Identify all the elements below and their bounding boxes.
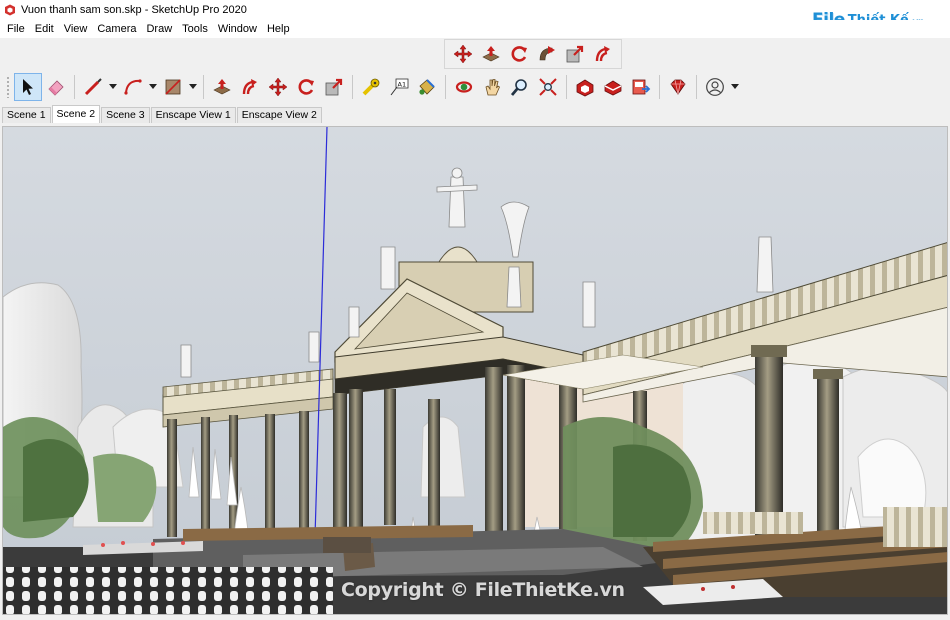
menu-window[interactable]: Window — [213, 23, 262, 35]
rectangle-dropdown[interactable] — [187, 73, 199, 101]
menu-file[interactable]: File — [2, 23, 30, 35]
account-icon — [706, 78, 724, 96]
move-button[interactable] — [264, 73, 292, 101]
tab-scene-3[interactable]: Scene 3 — [101, 107, 150, 123]
push-pull-button[interactable] — [208, 73, 236, 101]
toolbar-separator — [352, 75, 353, 99]
scene-tabs: Scene 1 Scene 2 Scene 3 Enscape View 1 E… — [2, 105, 323, 123]
edit-toolbar — [444, 39, 622, 69]
follow-me-button[interactable] — [533, 40, 561, 68]
push-pull-button[interactable] — [477, 40, 505, 68]
arc-icon — [124, 79, 142, 95]
pan-button[interactable] — [478, 73, 506, 101]
ruby-console-button[interactable] — [664, 73, 692, 101]
eraser-icon — [48, 80, 64, 96]
menu-bar: File Edit View Camera Draw Tools Window … — [0, 20, 950, 38]
offset-button[interactable] — [236, 73, 264, 101]
scale-icon — [325, 78, 343, 96]
scale-button[interactable] — [561, 40, 589, 68]
orbit-button[interactable] — [450, 73, 478, 101]
send-layout-icon — [632, 79, 651, 95]
toolbar-separator — [566, 75, 567, 99]
main-toolbar: A1 — [4, 72, 743, 102]
move-icon — [268, 77, 288, 97]
rotate-button[interactable] — [505, 40, 533, 68]
chevron-down-icon — [731, 84, 739, 89]
offset-icon — [595, 46, 610, 62]
window-title: Vuon thanh sam son.skp - SketchUp Pro 20… — [21, 4, 247, 16]
tab-scene-2[interactable]: Scene 2 — [51, 105, 101, 123]
toolbar-separator — [203, 75, 204, 99]
title-bar: Vuon thanh sam son.skp - SketchUp Pro 20… — [0, 0, 950, 20]
3d-warehouse-button[interactable] — [571, 73, 599, 101]
toolbar-separator — [74, 75, 75, 99]
model-viewport[interactable]: Copyright © FileThietKe.vn — [2, 126, 948, 615]
rotate-icon — [298, 79, 314, 95]
move-icon — [453, 44, 473, 64]
status-bar — [0, 615, 950, 620]
text-button[interactable]: A1 — [385, 73, 413, 101]
menu-view[interactable]: View — [59, 23, 93, 35]
svg-text:A1: A1 — [398, 81, 407, 89]
zoom-button[interactable] — [506, 73, 534, 101]
scene-render — [3, 127, 947, 614]
toolbar-area: A1 — [0, 38, 950, 104]
tape-measure-button[interactable] — [357, 73, 385, 101]
move-button[interactable] — [449, 40, 477, 68]
menu-camera[interactable]: Camera — [92, 23, 141, 35]
tab-enscape-view-2[interactable]: Enscape View 2 — [236, 107, 322, 123]
tape-measure-icon — [362, 78, 380, 96]
toolbar-grip[interactable] — [6, 76, 10, 98]
rectangle-icon — [165, 79, 181, 95]
menu-tools[interactable]: Tools — [177, 23, 213, 35]
menu-help[interactable]: Help — [262, 23, 295, 35]
copyright-watermark: Copyright © FileThietKe.vn — [341, 579, 625, 601]
chevron-down-icon — [109, 84, 117, 89]
offset-icon — [242, 79, 257, 95]
warehouse-icon — [576, 79, 594, 97]
account-button[interactable] — [701, 73, 729, 101]
line-button[interactable] — [79, 73, 107, 101]
orbit-icon — [455, 81, 473, 93]
rotate-icon — [511, 46, 527, 62]
arc-button[interactable] — [119, 73, 147, 101]
eraser-button[interactable] — [42, 73, 70, 101]
pan-icon — [485, 79, 501, 96]
scale-button[interactable] — [320, 73, 348, 101]
chevron-down-icon — [149, 84, 157, 89]
scale-icon — [566, 45, 584, 63]
offset-button[interactable] — [589, 40, 617, 68]
extension-warehouse-button[interactable] — [599, 73, 627, 101]
paint-bucket-icon — [419, 79, 435, 95]
push-pull-icon — [213, 79, 231, 95]
follow-me-icon — [539, 46, 555, 61]
sketchup-app-icon — [5, 4, 15, 16]
tab-enscape-view-1[interactable]: Enscape View 1 — [150, 107, 236, 123]
tab-scene-1[interactable]: Scene 1 — [2, 107, 51, 123]
account-dropdown[interactable] — [729, 73, 741, 101]
ruby-icon — [670, 79, 686, 95]
push-pull-icon — [482, 46, 500, 62]
arc-dropdown[interactable] — [147, 73, 159, 101]
zoom-extents-button[interactable] — [534, 73, 562, 101]
toolbar-separator — [445, 75, 446, 99]
paint-bucket-button[interactable] — [413, 73, 441, 101]
menu-edit[interactable]: Edit — [30, 23, 59, 35]
rectangle-button[interactable] — [159, 73, 187, 101]
send-to-layout-button[interactable] — [627, 73, 655, 101]
text-icon: A1 — [390, 78, 409, 96]
line-dropdown[interactable] — [107, 73, 119, 101]
toolbar-separator — [659, 75, 660, 99]
zoom-extents-icon — [539, 78, 557, 96]
select-button[interactable] — [14, 73, 42, 101]
line-icon — [84, 78, 102, 96]
extension-icon — [604, 80, 622, 96]
select-icon — [23, 79, 33, 95]
chevron-down-icon — [189, 84, 197, 89]
rotate-button[interactable] — [292, 73, 320, 101]
sketchup-window: Vuon thanh sam son.skp - SketchUp Pro 20… — [0, 0, 950, 620]
zoom-icon — [510, 79, 527, 96]
menu-draw[interactable]: Draw — [141, 23, 177, 35]
toolbar-separator — [696, 75, 697, 99]
